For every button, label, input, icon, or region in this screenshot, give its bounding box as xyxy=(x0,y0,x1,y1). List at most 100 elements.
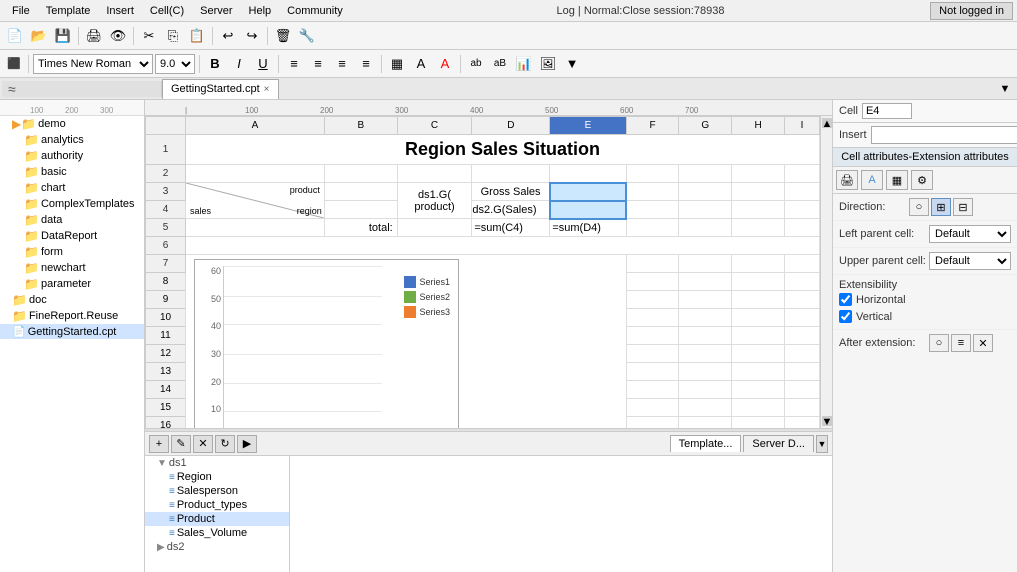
cell-G15[interactable] xyxy=(679,399,732,417)
cell-G8[interactable] xyxy=(679,273,732,291)
print-button[interactable]: 🖨 xyxy=(83,25,105,47)
cell-E3[interactable] xyxy=(550,183,626,201)
new-button[interactable]: 📄 xyxy=(4,25,26,47)
tree-item-data[interactable]: 📁 data xyxy=(0,212,144,228)
cell-F7[interactable] xyxy=(626,255,679,273)
cell-F13[interactable] xyxy=(626,363,679,381)
col-header-G[interactable]: G xyxy=(679,117,732,135)
cell-G3[interactable] xyxy=(679,183,732,201)
tree-item-datareport[interactable]: 📁 DataReport xyxy=(0,228,144,244)
col-header-H[interactable]: H xyxy=(732,117,785,135)
cell-D4-ds2g[interactable]: ds2.G(Sales) xyxy=(472,201,550,219)
tree-item-doc[interactable]: 📁 doc xyxy=(0,292,144,308)
menu-community[interactable]: Community xyxy=(279,3,351,19)
tree-item-form[interactable]: 📁 form xyxy=(0,244,144,260)
ds1-salesperson-item[interactable]: ≡ Salesperson xyxy=(145,484,289,498)
vertical-scrollbar[interactable]: ▲ ▼ xyxy=(820,116,832,428)
cell-H16[interactable] xyxy=(732,417,785,429)
cell-B5-total[interactable]: total: xyxy=(324,219,397,237)
cell-A2[interactable] xyxy=(186,165,325,183)
font-family-select[interactable]: Times New Roman xyxy=(33,54,153,74)
ds1-item[interactable]: ▼ ds1 xyxy=(145,456,289,470)
undo-button[interactable]: ↩ xyxy=(217,25,239,47)
cell-I3[interactable] xyxy=(784,183,819,201)
align-center-button[interactable]: ≡ xyxy=(307,53,329,75)
cell-F9[interactable] xyxy=(626,291,679,309)
cell-H7[interactable] xyxy=(732,255,785,273)
border-button[interactable]: ▦ xyxy=(386,53,408,75)
col-header-E[interactable]: E xyxy=(550,117,626,135)
underline-button[interactable]: U xyxy=(252,53,274,75)
cell-I5[interactable] xyxy=(784,219,819,237)
cell-E4-selected[interactable] xyxy=(550,201,626,219)
edit-ds-button[interactable]: ✎ xyxy=(171,435,191,453)
cell-F15[interactable] xyxy=(626,399,679,417)
cell-F12[interactable] xyxy=(626,345,679,363)
col-header-A[interactable]: A xyxy=(186,117,325,135)
preview-ds-button[interactable]: ▶ xyxy=(237,435,257,453)
cell-D2[interactable] xyxy=(472,165,550,183)
cell-G4[interactable] xyxy=(679,201,732,219)
cell-I4[interactable] xyxy=(784,201,819,219)
cell-H15[interactable] xyxy=(732,399,785,417)
cell-F14[interactable] xyxy=(626,381,679,399)
insert-input[interactable] xyxy=(871,126,1017,144)
tree-item-basic[interactable]: 📁 basic xyxy=(0,164,144,180)
cell-A5[interactable] xyxy=(186,219,325,237)
cell-I10[interactable] xyxy=(784,309,819,327)
bottom-tab-template[interactable]: Template... xyxy=(670,435,742,452)
insert-chart-button[interactable]: 📊 xyxy=(513,53,535,75)
cell-H13[interactable] xyxy=(732,363,785,381)
cell-I16[interactable] xyxy=(784,417,819,429)
col-header-B[interactable]: B xyxy=(324,117,397,135)
cell-I7[interactable] xyxy=(784,255,819,273)
cell-G2[interactable] xyxy=(679,165,732,183)
justify-button[interactable]: ≡ xyxy=(355,53,377,75)
cell-A3-diagonal[interactable]: product sales region xyxy=(186,183,325,219)
print-preview-button[interactable]: 👁 xyxy=(107,25,129,47)
attr-btn-4[interactable]: ⚙ xyxy=(911,170,933,190)
cell-I13[interactable] xyxy=(784,363,819,381)
cell-F4[interactable] xyxy=(626,201,679,219)
format-btn2[interactable]: ab xyxy=(465,53,487,75)
cell-F3[interactable] xyxy=(626,183,679,201)
refresh-ds-button[interactable]: ↻ xyxy=(215,435,235,453)
menu-server[interactable]: Server xyxy=(192,3,240,19)
cell-F2[interactable] xyxy=(626,165,679,183)
ruler-icon[interactable]: ≈ xyxy=(2,81,162,97)
format-btn3[interactable]: aB xyxy=(489,53,511,75)
align-right-button[interactable]: ≡ xyxy=(331,53,353,75)
cell-G9[interactable] xyxy=(679,291,732,309)
cell-D3-gross[interactable]: Gross Sales xyxy=(472,183,550,201)
cell-H12[interactable] xyxy=(732,345,785,363)
delete-button[interactable]: 🗑 xyxy=(272,25,294,47)
bottom-tab-server[interactable]: Server D... xyxy=(743,435,814,452)
ds1-product-item[interactable]: ≡ Product xyxy=(145,512,289,526)
tree-item-parameter[interactable]: 📁 parameter xyxy=(0,276,144,292)
menu-insert[interactable]: Insert xyxy=(98,3,142,19)
cell-H8[interactable] xyxy=(732,273,785,291)
tree-item-authority[interactable]: 📁 authority xyxy=(0,148,144,164)
cell-F5[interactable] xyxy=(626,219,679,237)
col-header-D[interactable]: D xyxy=(472,117,550,135)
cell-I8[interactable] xyxy=(784,273,819,291)
tree-item-demo[interactable]: ▶📁 demo xyxy=(0,116,144,132)
cell-H9[interactable] xyxy=(732,291,785,309)
dir-grid-btn[interactable]: ⊞ xyxy=(931,198,951,216)
cell-B3[interactable] xyxy=(324,183,397,201)
cell-I9[interactable] xyxy=(784,291,819,309)
cell-C2[interactable] xyxy=(397,165,472,183)
grid-scroll-area[interactable]: A B C D E F G H I xyxy=(145,116,820,428)
more-button[interactable]: ▼ xyxy=(561,53,583,75)
menu-help[interactable]: Help xyxy=(241,3,280,19)
cell-D5-sumc4[interactable]: =sum(C4) xyxy=(472,219,550,237)
insert-image-button[interactable]: 🖼 xyxy=(537,53,559,75)
cell-G13[interactable] xyxy=(679,363,732,381)
cell-I2[interactable] xyxy=(784,165,819,183)
attr-btn-3[interactable]: ▦ xyxy=(886,170,908,190)
align-left-button[interactable]: ≡ xyxy=(283,53,305,75)
cell-F10[interactable] xyxy=(626,309,679,327)
font-size-select[interactable]: 9.0 xyxy=(155,54,195,74)
attr-btn-1[interactable]: 🖨 xyxy=(836,170,858,190)
tree-item-finereport[interactable]: 📁 FineReport.Reuse xyxy=(0,308,144,324)
